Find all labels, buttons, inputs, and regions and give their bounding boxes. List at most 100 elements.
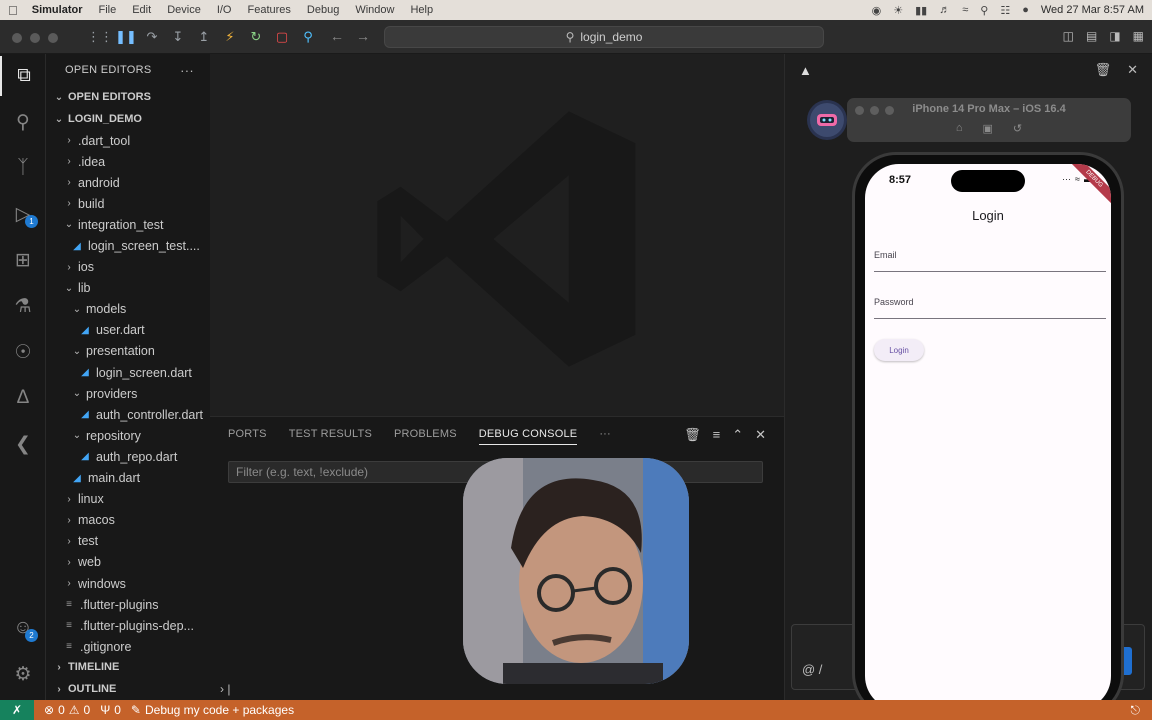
tab-debug-console[interactable]: DEBUG CONSOLE [478,428,578,445]
menu-features[interactable]: Features [247,4,290,16]
step-out-icon[interactable]: ↥ [194,27,214,47]
restart-icon[interactable]: ↻ [246,27,266,47]
email-field[interactable]: Email [874,250,1106,272]
tree-folder[interactable]: › android [46,172,210,193]
menu-window[interactable]: Window [355,4,394,16]
explorer-icon[interactable]: ⧉ [0,56,46,96]
toggle-panel-icon[interactable]: ▤ [1086,29,1097,43]
close-panel-icon[interactable]: ✕ [755,427,766,443]
tree-folder[interactable]: ⌄ providers [46,383,210,404]
zoom-window-button[interactable] [48,33,58,43]
tree-file[interactable]: ◢ user.dart [46,320,210,341]
tree-file[interactable]: ≡ .flutter-plugins [46,594,210,615]
volume-icon[interactable]: ♬ [939,4,950,16]
forward-arrow-icon[interactable]: → [356,28,370,44]
console-input-prompt[interactable]: › | [220,682,230,696]
trash-icon[interactable]: 🗑 [1095,62,1112,78]
run-debug-icon[interactable]: ▷ 1 [0,194,46,234]
azure-icon[interactable]: Δ [0,378,46,418]
tree-file[interactable]: ≡ .gitignore [46,636,210,657]
mention-icon[interactable]: @ / [802,662,822,677]
search-view-icon[interactable]: ⚲ [0,102,46,142]
pause-icon[interactable]: ❚❚ [115,27,137,47]
word-wrap-icon[interactable]: ≡ [713,427,721,443]
rotate-icon[interactable]: ↺ [1013,122,1022,135]
notifications-bell-icon[interactable]: ⎋ [1131,703,1141,718]
clear-console-icon[interactable]: 🗑 [684,427,701,443]
more-actions-icon[interactable]: ··· [180,63,194,78]
devtools-search-icon[interactable]: ⚲ [298,27,318,47]
menu-debug[interactable]: Debug [307,4,339,16]
brightness-icon[interactable]: ☀ [893,4,903,17]
menu-app-name[interactable]: Simulator [32,4,83,16]
password-field[interactable]: Password [874,297,1106,319]
tree-folder[interactable]: › ios [46,257,210,278]
control-center-icon[interactable]: ☷ [1000,4,1010,17]
step-over-icon[interactable]: ↷ [142,27,162,47]
tab-test-results[interactable]: TEST RESULTS [289,428,372,440]
remote-indicator-icon[interactable]: ✗ [0,700,34,720]
close-icon[interactable]: ✕ [1127,62,1138,78]
tree-file[interactable]: ≡ .flutter-plugins-dep... [46,615,210,636]
tree-folder[interactable]: ⌄ integration_test [46,214,210,235]
maximize-panel-icon[interactable]: ⌃ [732,427,743,443]
stop-icon[interactable]: ▢ [272,27,292,47]
project-section[interactable]: ⌄ LOGIN_DEMO [46,108,210,130]
tree-folder[interactable]: › .dart_tool [46,130,210,151]
toggle-secondary-sidebar-icon[interactable]: ◨ [1109,29,1120,43]
tree-folder[interactable]: ⌄ repository [46,425,210,446]
settings-gear-icon[interactable]: ⚙ [0,654,46,694]
accounts-icon[interactable]: ☺ 2 [0,608,46,648]
hot-reload-icon[interactable]: ⚡ [220,27,240,47]
menu-device[interactable]: Device [167,4,201,16]
menu-file[interactable]: File [98,4,116,16]
ports-status[interactable]: Ψ 0 [100,703,121,717]
tree-folder[interactable]: › linux [46,489,210,510]
gitlens-icon[interactable]: ☉ [0,332,46,372]
menubar-clock[interactable]: Wed 27 Mar 8:57 AM [1041,4,1144,16]
extensions-icon[interactable]: ⊞ [0,240,46,280]
back-arrow-icon[interactable]: ← [330,28,344,44]
tree-file[interactable]: ◢ login_screen.dart [46,362,210,383]
open-editors-section[interactable]: ⌄ OPEN EDITORS [46,86,210,108]
record-icon[interactable]: ◉ [872,4,882,17]
panel-more-icon[interactable]: ··· [599,428,611,440]
tree-folder[interactable]: ⌄ lib [46,278,210,299]
tab-ports[interactable]: PORTS [228,428,267,440]
tree-folder[interactable]: ⌄ models [46,299,210,320]
tree-folder[interactable]: › build [46,193,210,214]
tree-file[interactable]: ◢ auth_repo.dart [46,446,210,467]
apple-menu-icon[interactable]:  [8,3,18,18]
home-icon[interactable]: ⌂ [956,122,963,135]
spotlight-icon[interactable]: ⚲ [980,4,988,17]
toggle-sidebar-icon[interactable]: ◫ [1063,29,1074,43]
editor-area[interactable] [210,54,784,416]
tree-file[interactable]: ◢ login_screen_test.... [46,235,210,256]
tree-folder[interactable]: › macos [46,510,210,531]
problems-status[interactable]: ⊗ 0 ⚠ 0 [44,703,90,717]
customize-layout-icon[interactable]: ▦ [1133,29,1144,43]
screenshot-icon[interactable]: ▣ [983,122,993,135]
close-window-button[interactable] [12,33,22,43]
battery-icon[interactable]: ▮▮ [915,4,927,17]
siri-icon[interactable]: ● [1022,4,1029,16]
tree-file[interactable]: ◢ main.dart [46,468,210,489]
tree-folder[interactable]: › web [46,552,210,573]
outline-section[interactable]: › OUTLINE [46,678,210,700]
tree-folder[interactable]: › windows [46,573,210,594]
tree-folder[interactable]: ⌄ presentation [46,341,210,362]
menu-help[interactable]: Help [410,4,433,16]
tree-folder[interactable]: › test [46,531,210,552]
timeline-section[interactable]: › TIMELINE [46,656,210,678]
menu-edit[interactable]: Edit [132,4,151,16]
wifi-icon[interactable]: ≈ [962,4,968,16]
phone-screen[interactable]: 8:57 ··· ≈ ▬ DEBUG Login Email Password … [865,164,1111,710]
copilot-icon[interactable]: ▲ [799,63,812,78]
testing-icon[interactable]: ⚗ [0,286,46,326]
step-into-icon[interactable]: ↧ [168,27,188,47]
tree-folder[interactable]: › .idea [46,151,210,172]
debug-mode-status[interactable]: ✎ Debug my code + packages [131,703,294,717]
menu-io[interactable]: I/O [217,4,232,16]
tab-problems[interactable]: PROBLEMS [394,428,457,440]
source-control-icon[interactable]: ᛉ [0,148,46,188]
